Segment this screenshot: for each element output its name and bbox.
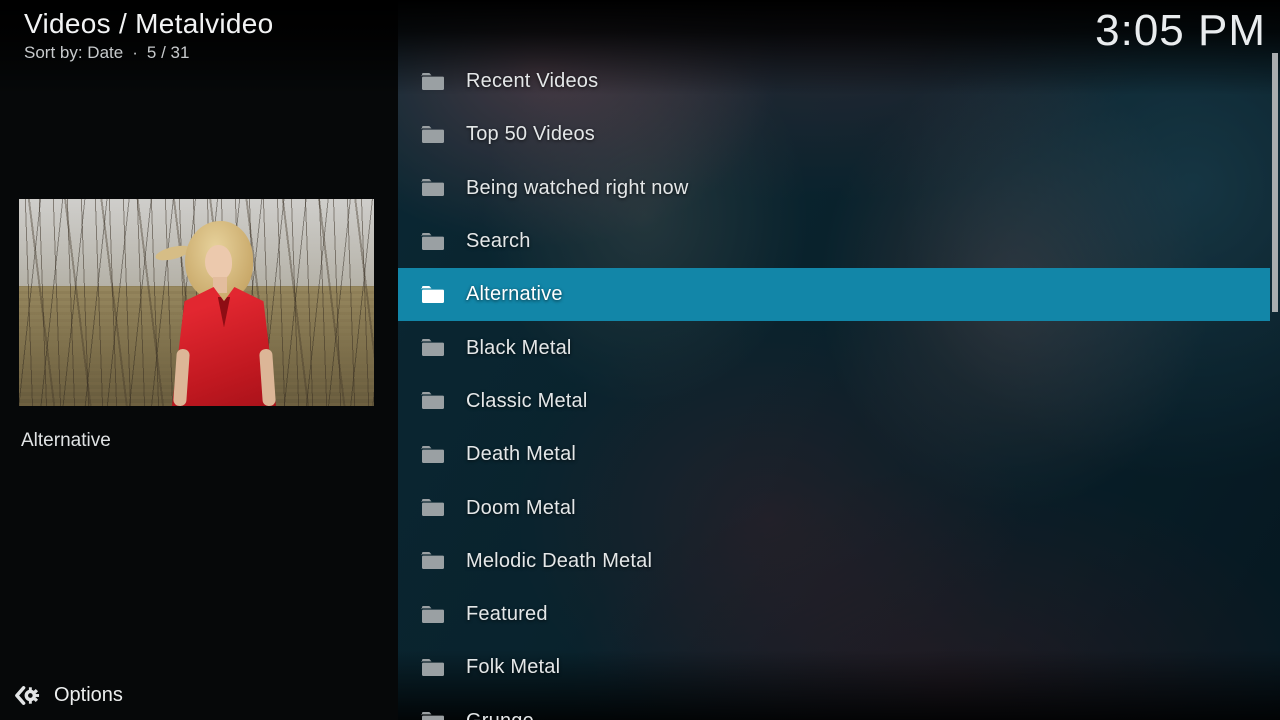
preview-caption: Alternative: [21, 430, 111, 452]
list-item-alternative[interactable]: Alternative: [398, 268, 1270, 321]
folder-icon: [421, 72, 445, 92]
folder-icon: [421, 125, 445, 145]
list-item-label: Being watched right now: [466, 177, 689, 200]
list-item-classic-metal[interactable]: Classic Metal: [398, 375, 1270, 428]
options-gear-icon: [13, 682, 40, 709]
sort-info: Sort by: Date · 5 / 31: [24, 43, 274, 63]
list-item-label: Melodic Death Metal: [466, 550, 652, 573]
list-item-label: Folk Metal: [466, 656, 560, 679]
folder-icon: [421, 658, 445, 678]
folder-icon: [421, 551, 445, 571]
folder-icon: [421, 711, 445, 720]
folder-icon: [421, 178, 445, 198]
list-item-grunge[interactable]: Grunge: [398, 695, 1270, 720]
folder-icon: [421, 391, 445, 411]
list-item-black-metal[interactable]: Black Metal: [398, 321, 1270, 374]
folder-icon: [421, 605, 445, 625]
list-item-label: Search: [466, 230, 531, 253]
folder-icon: [421, 498, 445, 518]
list-item-label: Featured: [466, 603, 548, 626]
options-button[interactable]: Options: [13, 682, 123, 709]
sort-separator: ·: [132, 43, 138, 63]
list-item-label: Classic Metal: [466, 390, 588, 413]
category-list: Recent Videos Top 50 Videos Being watche…: [398, 55, 1280, 720]
list-item-folk-metal[interactable]: Folk Metal: [398, 641, 1270, 694]
page-title: Videos / Metalvideo: [24, 8, 274, 40]
list-item-label: Doom Metal: [466, 497, 576, 520]
list-item-search[interactable]: Search: [398, 215, 1270, 268]
list-item-recent-videos[interactable]: Recent Videos: [398, 55, 1270, 108]
folder-icon: [421, 338, 445, 358]
list-item-label: Alternative: [466, 283, 563, 306]
clock: 3:05 PM: [1095, 6, 1266, 56]
list-item-top-50-videos[interactable]: Top 50 Videos: [398, 108, 1270, 161]
header: Videos / Metalvideo Sort by: Date · 5 / …: [24, 8, 274, 63]
kodi-screen: Videos / Metalvideo Sort by: Date · 5 / …: [0, 0, 1280, 720]
preview-thumbnail: [19, 199, 374, 406]
list-item-melodic-death-metal[interactable]: Melodic Death Metal: [398, 535, 1270, 588]
list-item-doom-metal[interactable]: Doom Metal: [398, 481, 1270, 534]
list-item-label: Death Metal: [466, 443, 576, 466]
folder-icon: [421, 232, 445, 252]
list-item-death-metal[interactable]: Death Metal: [398, 428, 1270, 481]
list-item-label: Recent Videos: [466, 70, 598, 93]
scrollbar-thumb[interactable]: [1272, 53, 1278, 312]
list-item-label: Grunge: [466, 710, 534, 720]
folder-icon: [421, 445, 445, 465]
thumb-woman-figure: [169, 221, 279, 406]
options-label: Options: [54, 684, 123, 707]
item-position: 5 / 31: [147, 43, 190, 63]
list-item-featured[interactable]: Featured: [398, 588, 1270, 641]
list-item-label: Top 50 Videos: [466, 123, 595, 146]
folder-icon: [421, 285, 445, 305]
list-item-being-watched-right-now[interactable]: Being watched right now: [398, 162, 1270, 215]
scrollbar: [1272, 53, 1278, 713]
list-item-label: Black Metal: [466, 337, 572, 360]
sort-by-label: Sort by: Date: [24, 43, 123, 63]
